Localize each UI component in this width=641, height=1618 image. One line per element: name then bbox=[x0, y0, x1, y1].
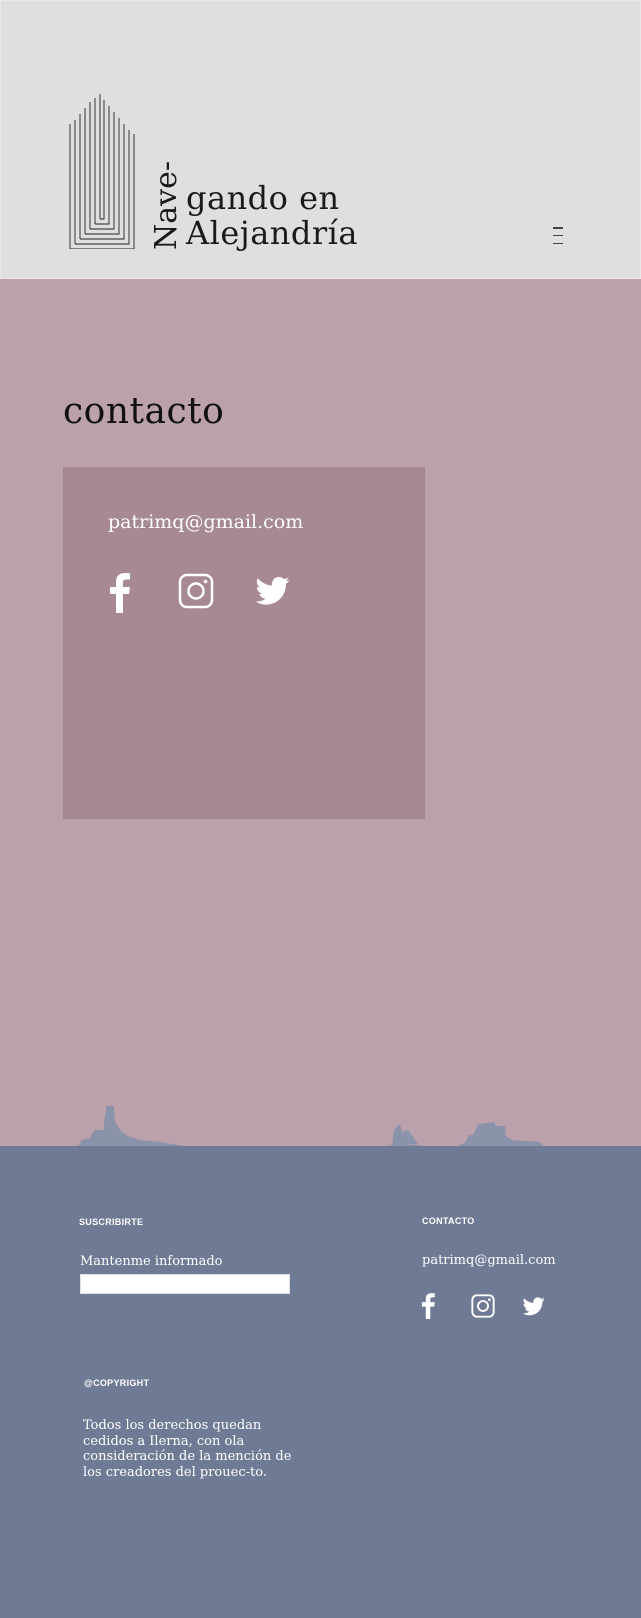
footer-contact-title: CONTACTO bbox=[422, 1216, 475, 1226]
subscribe-email-input[interactable] bbox=[80, 1274, 290, 1294]
footer-social-links bbox=[420, 1293, 545, 1319]
logo-lines-icon bbox=[69, 94, 135, 249]
copyright-title: @COPYRIGHT bbox=[84, 1378, 150, 1388]
instagram-icon[interactable] bbox=[471, 1294, 495, 1318]
main-content: contacto patrimq@gmail.com bbox=[0, 279, 641, 1146]
menu-bar bbox=[553, 242, 563, 244]
contact-card: patrimq@gmail.com bbox=[63, 467, 425, 819]
social-links bbox=[107, 573, 290, 613]
logo-wordmark: gando en Alejandría bbox=[186, 181, 358, 251]
logo-line-1: gando en bbox=[186, 179, 340, 217]
footer-contact-email-link[interactable]: patrimq@gmail.com bbox=[422, 1253, 556, 1268]
site-footer: SUSCRIBIRTE Mantenme informado CONTACTO … bbox=[0, 1146, 641, 1618]
instagram-icon[interactable] bbox=[178, 573, 214, 609]
facebook-icon[interactable] bbox=[107, 573, 135, 613]
logo-line-2: Alejandría bbox=[186, 214, 358, 252]
subscribe-label: Mantenme informado bbox=[80, 1254, 223, 1269]
logo-vertical-text: Nave- bbox=[149, 161, 184, 250]
subscribe-title: SUSCRIBIRTE bbox=[79, 1217, 144, 1227]
horizon-silhouettes bbox=[78, 1106, 544, 1148]
svg-text:Nave-: Nave- bbox=[149, 161, 184, 250]
twitter-icon[interactable] bbox=[256, 576, 290, 606]
legal-text: Todos los derechos quedan cedidos a Iler… bbox=[83, 1418, 292, 1480]
hamburger-menu-icon[interactable] bbox=[553, 227, 567, 244]
menu-bar bbox=[553, 227, 563, 229]
contact-email-link[interactable]: patrimq@gmail.com bbox=[108, 511, 303, 533]
twitter-icon[interactable] bbox=[523, 1297, 545, 1316]
site-header: Nave- gando en Alejandría bbox=[0, 0, 641, 279]
facebook-icon[interactable] bbox=[420, 1293, 438, 1319]
menu-bar bbox=[553, 234, 563, 237]
page-title: contacto bbox=[63, 391, 225, 432]
